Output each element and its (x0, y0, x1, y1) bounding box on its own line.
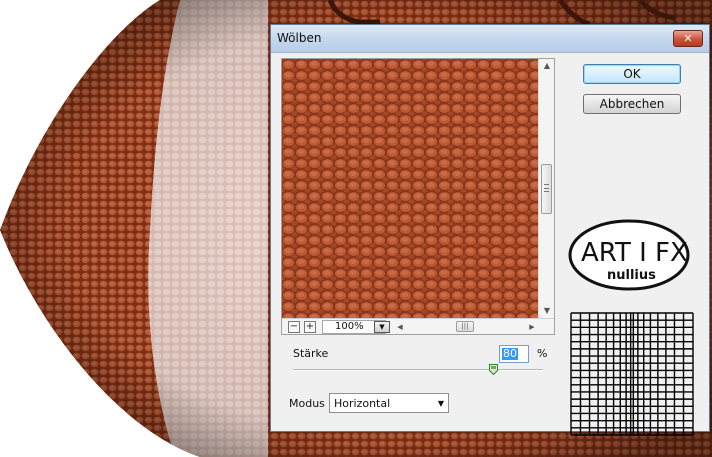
logo-text: ART I FX (581, 238, 688, 268)
preview-image[interactable] (282, 59, 538, 318)
preview-horizontal-scrollbar[interactable]: ◀ ||| ▶ (394, 319, 538, 335)
bulge-dialog: Wölben ✕ ▲ ▼ − + 100% ▼ ◀ ||| ▶ OK Abbre… (270, 24, 710, 436)
strength-unit: % (537, 347, 548, 360)
close-icon: ✕ (683, 32, 693, 45)
dialog-client: ▲ ▼ − + 100% ▼ ◀ ||| ▶ OK Abbrechen ART … (271, 53, 709, 436)
logo-subtext: nullius (607, 268, 656, 283)
mode-value: Horizontal (334, 397, 391, 410)
distortion-grid-preview (570, 312, 694, 436)
preview-vertical-scrollbar[interactable]: ▲ ▼ (538, 59, 554, 318)
strength-slider-track[interactable] (293, 369, 543, 371)
desktop-canvas: Wölben ✕ ▲ ▼ − + 100% ▼ ◀ ||| ▶ OK Abbre… (0, 0, 712, 457)
chevron-down-icon: ▼ (437, 399, 444, 408)
scroll-right-icon[interactable]: ▶ (526, 319, 538, 335)
mode-select[interactable]: Horizontal ▼ (329, 393, 449, 413)
zoom-out-button[interactable]: − (288, 321, 300, 333)
strength-value: 80 (502, 347, 518, 360)
vertical-scroll-thumb[interactable] (541, 164, 552, 214)
chevron-down-icon: ▼ (379, 323, 385, 331)
artifex-logo: ART I FX nullius (568, 219, 690, 291)
preview-toolbar: − + 100% ▼ ◀ ||| ▶ (282, 318, 554, 334)
ok-button[interactable]: OK (583, 64, 681, 84)
zoom-dropdown-button[interactable]: ▼ (374, 321, 390, 333)
scroll-down-icon[interactable]: ▼ (539, 304, 555, 318)
dialog-title: Wölben (277, 31, 322, 45)
scroll-left-icon[interactable]: ◀ (394, 319, 406, 335)
minus-icon: − (289, 321, 299, 332)
zoom-in-button[interactable]: + (304, 321, 316, 333)
zoom-level-value: 100% (335, 321, 364, 332)
mode-label: Modus (289, 397, 325, 410)
strength-slider-thumb[interactable] (488, 364, 498, 375)
preview-panel: ▲ ▼ − + 100% ▼ ◀ ||| ▶ (281, 58, 555, 335)
cancel-button[interactable]: Abbrechen (583, 94, 681, 114)
strength-label: Stärke (293, 347, 329, 360)
strength-input[interactable]: 80 (499, 345, 529, 363)
close-button[interactable]: ✕ (673, 30, 703, 47)
title-bar[interactable]: Wölben ✕ (271, 25, 709, 53)
horizontal-scroll-thumb[interactable]: ||| (456, 321, 474, 332)
plus-icon: + (305, 321, 315, 332)
scroll-up-icon[interactable]: ▲ (539, 59, 555, 73)
